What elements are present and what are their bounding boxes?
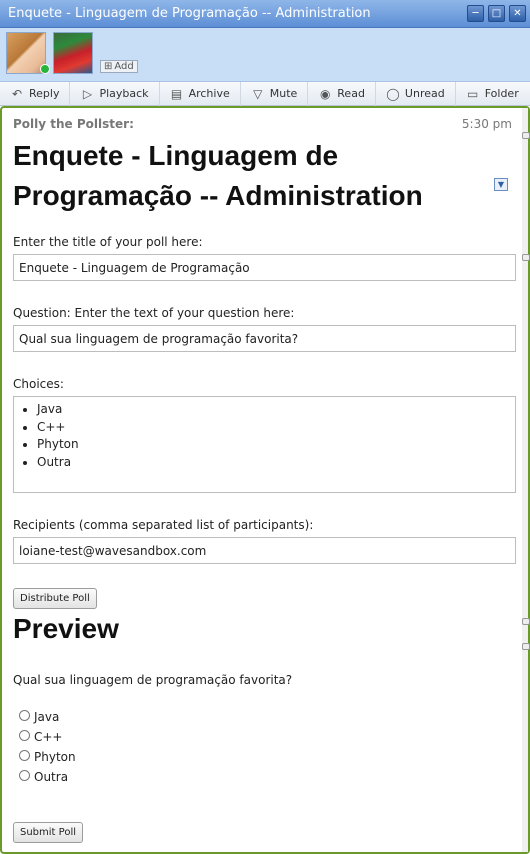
choice-item: C++ xyxy=(37,419,510,437)
scrollbar[interactable] xyxy=(522,108,530,852)
plus-icon: ⊞ xyxy=(104,61,113,72)
reply-label: Reply xyxy=(29,87,60,100)
archive-label: Archive xyxy=(188,87,230,100)
read-button[interactable]: ◉ Read xyxy=(308,81,376,106)
read-icon: ◉ xyxy=(320,86,331,101)
mute-icon: ▽ xyxy=(253,86,263,101)
recipients-input[interactable]: loiane-test@wavesandbox.com xyxy=(13,537,516,564)
blip-timestamp: 5:30 pm xyxy=(461,117,512,131)
folder-label: Folder xyxy=(484,87,519,100)
poll-title-label: Enter the title of your poll here: xyxy=(13,235,203,249)
preview-option[interactable]: Java xyxy=(19,710,59,724)
playback-button[interactable]: ▷ Playback xyxy=(70,81,160,106)
choice-item: Phyton xyxy=(37,436,510,454)
archive-icon: ▤ xyxy=(170,86,183,101)
minimize-icon[interactable]: ─ xyxy=(467,5,484,22)
poll-title-input[interactable]: Enquete - Linguagem de Programação xyxy=(13,254,516,281)
preview-option-label: Phyton xyxy=(34,750,76,764)
preview-heading: Preview xyxy=(13,613,119,644)
participants-bar: ⊞ Add xyxy=(0,28,530,82)
choice-item: Java xyxy=(37,401,510,419)
avatar[interactable] xyxy=(53,32,93,74)
folder-icon: ▭ xyxy=(467,86,479,101)
archive-button[interactable]: ▤ Archive xyxy=(160,81,241,106)
radio-button[interactable] xyxy=(19,710,30,721)
unread-label: Unread xyxy=(404,87,445,100)
wave-panel: Polly the Pollster: 5:30 pm Enquete - Li… xyxy=(0,106,530,854)
close-icon[interactable]: ✕ xyxy=(509,5,526,22)
distribute-poll-button[interactable]: Distribute Poll xyxy=(13,588,97,609)
add-participant-button[interactable]: ⊞ Add xyxy=(100,60,138,73)
reply-button[interactable]: ↶ Reply xyxy=(0,81,71,106)
window-titlebar: Enquete - Linguagem de Programação -- Ad… xyxy=(0,0,530,28)
add-participant-label: Add xyxy=(114,61,134,72)
reply-icon: ↶ xyxy=(11,86,23,101)
radio-button[interactable] xyxy=(19,730,30,741)
mute-label: Mute xyxy=(269,87,298,100)
window-title: Enquete - Linguagem de Programação -- Ad… xyxy=(8,6,371,21)
folder-button[interactable]: ▭ Folder xyxy=(456,82,529,106)
radio-button[interactable] xyxy=(19,770,30,781)
mute-button[interactable]: ▽ Mute xyxy=(241,81,309,106)
submit-poll-button[interactable]: Submit Poll xyxy=(13,822,84,843)
preview-option-label: Java xyxy=(34,710,60,724)
read-label: Read xyxy=(337,87,365,100)
blip-menu-chevron-down-icon[interactable]: ▼ xyxy=(494,178,508,191)
recipients-label: Recipients (comma separated list of part… xyxy=(13,518,314,532)
unread-icon: ◯ xyxy=(386,86,400,101)
restore-icon[interactable]: □ xyxy=(488,5,505,22)
preview-option[interactable]: Phyton xyxy=(19,750,76,764)
playback-label: Playback xyxy=(99,87,149,100)
page-title: Enquete - Linguagem de Programação -- Ad… xyxy=(13,140,423,211)
question-label: Question: Enter the text of your questio… xyxy=(13,306,295,320)
scroll-marker[interactable] xyxy=(522,643,530,650)
choices-textarea[interactable]: Java C++ Phyton Outra xyxy=(13,396,516,493)
unread-button[interactable]: ◯ Unread xyxy=(376,81,456,106)
playback-icon: ▷ xyxy=(82,86,93,101)
preview-option[interactable]: C++ xyxy=(19,730,63,744)
preview-question: Qual sua linguagem de programação favori… xyxy=(13,673,293,687)
scroll-marker[interactable] xyxy=(522,132,530,139)
blip-author: Polly the Pollster: xyxy=(13,117,134,131)
wave-toolbar: ↶ Reply ▷ Playback ▤ Archive ▽ Mute ◉ Re… xyxy=(0,81,530,106)
scroll-marker[interactable] xyxy=(522,618,530,625)
choice-item: Outra xyxy=(37,454,510,472)
radio-button[interactable] xyxy=(19,750,30,761)
preview-option[interactable]: Outra xyxy=(19,770,68,784)
question-input[interactable]: Qual sua linguagem de programação favori… xyxy=(13,325,516,352)
preview-option-label: C++ xyxy=(34,730,63,744)
scroll-marker[interactable] xyxy=(522,254,530,261)
online-status-icon xyxy=(40,64,50,74)
preview-option-label: Outra xyxy=(34,770,69,784)
choices-label: Choices: xyxy=(13,377,64,391)
